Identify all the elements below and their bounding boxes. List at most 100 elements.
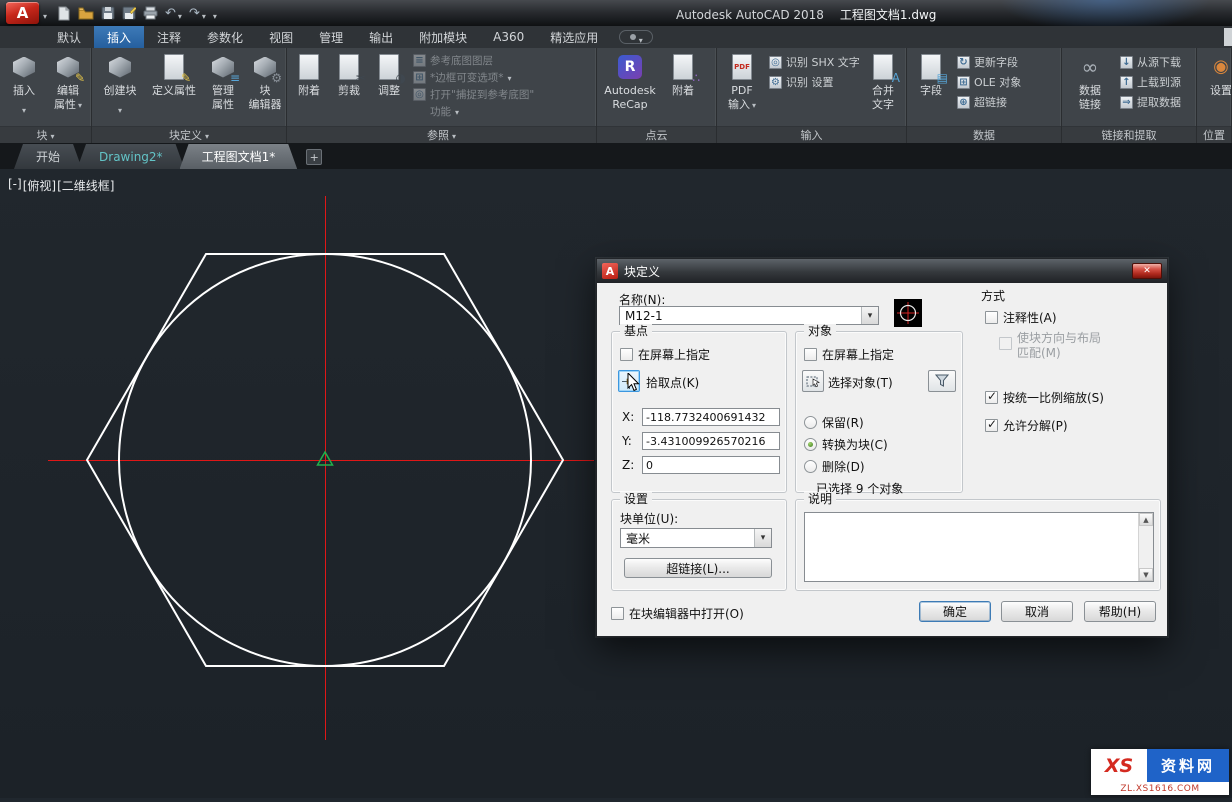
tab-default[interactable]: 默认 [44,26,94,48]
dialog-titlebar[interactable]: A 块定义 [597,259,1167,283]
download-from-source-button[interactable]: ↓从源下载 [1120,54,1190,70]
qat-customize-caret-icon[interactable] [213,4,217,23]
tab-addins[interactable]: 附加模块 [406,26,480,48]
retain-radio[interactable]: 保留(R) [804,414,864,431]
panel-label-block-definition[interactable]: 块定义 [92,126,286,143]
quick-select-button[interactable] [928,370,956,392]
define-attribute-button[interactable]: ✎ 定义属性 [146,49,202,126]
panel-label-point-cloud[interactable]: 点云 [597,126,716,143]
upload-to-source-button[interactable]: ↑上载到源 [1120,74,1190,90]
insert-block-button[interactable]: 插入 [2,49,46,126]
combo-dropdown-icon[interactable] [861,307,878,324]
recognize-shx-button[interactable]: ◎识别 SHX 文字 [769,54,857,70]
checkbox-checked-icon[interactable] [985,419,998,432]
delete-radio[interactable]: 删除(D) [804,458,865,475]
panel-label-linking[interactable]: 链接和提取 [1062,126,1196,143]
radio-icon[interactable] [804,416,817,429]
data-link-button[interactable]: ∞ 数据 链接 [1064,49,1116,126]
block-editor-button[interactable]: ⚙ 块 编辑器 [244,49,286,126]
new-drawing-tab-button[interactable] [306,149,322,165]
create-block-button[interactable]: 创建块 [94,49,146,126]
snap-to-underlay-button-2[interactable]: 功能 [430,104,587,119]
combine-text-button[interactable]: A 合并 文字 [861,49,905,126]
ole-object-button[interactable]: ⊞OLE 对象 [957,74,1049,90]
panel-label-block[interactable]: 块 [0,126,91,143]
scroll-up-icon[interactable] [1139,513,1153,526]
description-textarea[interactable] [804,512,1154,582]
objects-onscreen-checkbox[interactable]: 在屏幕上指定 [804,346,894,363]
hyperlink-dialog-button[interactable]: 超链接(L)... [624,558,772,578]
file-tab-document1[interactable]: 工程图文档1* [180,144,298,169]
adjust-button[interactable]: ◑ 调整 [369,49,409,126]
manage-attributes-button[interactable]: ≡ 管理 属性 [202,49,244,126]
scroll-down-icon[interactable] [1139,568,1153,581]
tab-output[interactable]: 输出 [356,26,406,48]
radio-selected-icon[interactable] [804,438,817,451]
save-button[interactable] [101,6,115,20]
checkbox-icon[interactable] [620,348,633,361]
radio-icon[interactable] [804,460,817,473]
help-button[interactable]: 帮助(H) [1084,601,1156,622]
dialog-close-button[interactable] [1132,263,1162,279]
uniform-scale-checkbox[interactable]: 按统一比例缩放(S) [985,389,1104,406]
attach-button[interactable]: 附着 [289,49,329,126]
panel-label-location[interactable]: 位置 [1197,126,1231,143]
tab-view[interactable]: 视图 [256,26,306,48]
combo-dropdown-icon[interactable] [754,529,771,547]
tab-insert[interactable]: 插入 [94,26,144,48]
underlay-layers-button[interactable]: ≡参考底图图层 [413,53,587,68]
open-file-button[interactable] [78,6,94,20]
ribbon-display-toggle[interactable] [619,30,653,44]
redo-caret-icon[interactable] [202,4,206,23]
checkbox-icon[interactable] [804,348,817,361]
new-file-button[interactable] [57,6,71,21]
y-coordinate-input[interactable] [642,432,780,450]
autodesk-recap-button[interactable]: R Autodesk ReCap [599,49,661,126]
z-coordinate-input[interactable] [642,456,780,474]
undo-caret-icon[interactable] [178,4,182,23]
ok-button[interactable]: 确定 [919,601,991,622]
undo-button[interactable]: ↶ [165,4,182,23]
autocad-logo[interactable]: A [6,2,39,24]
description-scrollbar[interactable] [1138,513,1153,581]
tab-featured-apps[interactable]: 精选应用 [537,26,611,48]
pdf-import-button[interactable]: PDF PDF 输入 [719,49,765,126]
app-menu-caret-icon[interactable] [43,4,47,23]
match-orientation-checkbox[interactable]: 使块方向与布局匹配(M) [999,331,1101,361]
select-objects-button[interactable] [802,370,824,392]
file-tab-start[interactable]: 开始 [14,144,82,169]
open-in-block-editor-checkbox[interactable]: 在块编辑器中打开(O) [611,605,744,622]
cancel-button[interactable]: 取消 [1001,601,1073,622]
tab-manage[interactable]: 管理 [306,26,356,48]
field-button[interactable]: ▤ 字段 [909,49,953,126]
block-name-combobox[interactable]: M12-1 [619,306,879,325]
checkbox-icon[interactable] [611,607,624,620]
base-onscreen-checkbox[interactable]: 在屏幕上指定 [620,346,710,363]
clip-button[interactable]: ✂ 剪裁 [329,49,369,126]
viewport-view-button[interactable]: [俯视] [23,177,56,194]
snap-to-underlay-button[interactable]: ◎打开"捕捉到参考底图" [413,87,587,102]
checkbox-checked-icon[interactable] [985,391,998,404]
hyperlink-button[interactable]: ⊕超链接 [957,94,1049,110]
plot-button[interactable] [143,6,158,20]
extract-data-button[interactable]: ⇒提取数据 [1120,94,1190,110]
annotative-checkbox[interactable]: 注释性(A) [985,309,1057,326]
panel-label-import[interactable]: 输入 [717,126,906,143]
pointcloud-attach-button[interactable]: ∴ 附着 [661,49,705,126]
tab-parametric[interactable]: 参数化 [194,26,256,48]
save-as-button[interactable] [122,6,136,20]
checkbox-icon[interactable] [985,311,998,324]
file-tab-drawing2[interactable]: Drawing2* [77,144,185,169]
panel-label-data[interactable]: 数据 [907,126,1061,143]
convert-to-block-radio[interactable]: 转换为块(C) [804,436,888,453]
panel-label-reference[interactable]: 参照 [287,126,596,143]
viewport-controls-button[interactable]: [-] [8,177,22,194]
x-coordinate-input[interactable] [642,408,780,426]
edit-attribute-button[interactable]: ✎ 编辑 属性 [46,49,90,126]
frames-vary-button[interactable]: ⊞*边框可变选项* [413,70,587,85]
tab-annotate[interactable]: 注释 [144,26,194,48]
redo-button[interactable]: ↷ [189,4,206,23]
geolocation-settings-button[interactable]: ◉ 设置 [1199,49,1232,126]
recognition-settings-button[interactable]: ⚙识别 设置 [769,74,857,90]
block-unit-combobox[interactable]: 毫米 [620,528,772,548]
